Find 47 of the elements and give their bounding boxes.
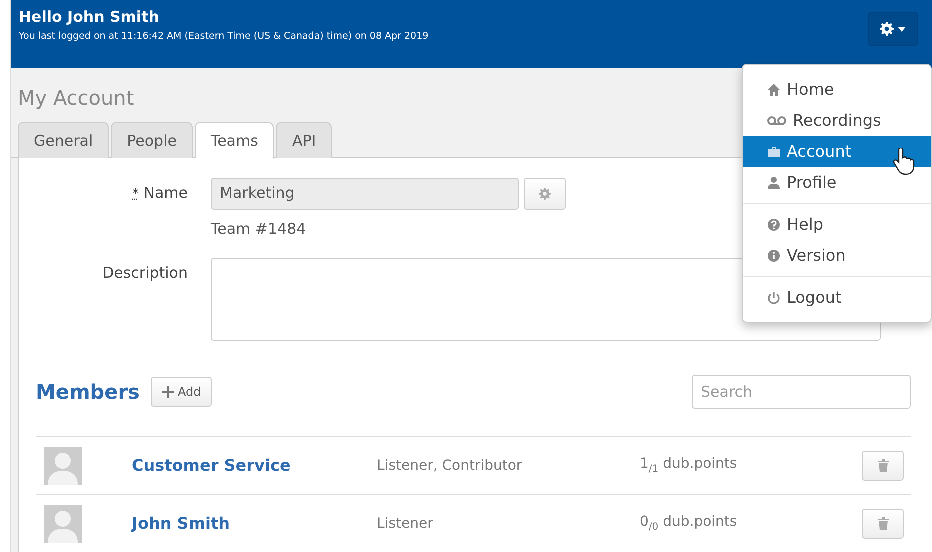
- delete-button[interactable]: [862, 508, 904, 538]
- briefcase-icon: [767, 144, 781, 158]
- caret-icon: [898, 26, 906, 32]
- tab[interactable]: People: [111, 122, 193, 158]
- last-login-text: You last logged on at 11:16:42 AM (Eastern Time (US & Canada) time) on 08 Apr 2019: [19, 31, 429, 42]
- settings-menu-button[interactable]: [868, 12, 918, 46]
- name-label: * Name: [131, 183, 189, 202]
- trash-icon: [878, 517, 888, 530]
- plus-icon: [162, 386, 174, 398]
- hand-cursor-icon: [893, 148, 915, 176]
- greeting-text: Hello John Smith: [19, 8, 160, 26]
- team-id-text: Team #1484: [211, 220, 308, 238]
- settings-icon: [880, 22, 894, 36]
- search-field[interactable]: Search: [692, 375, 911, 409]
- delete-button[interactable]: [862, 450, 904, 480]
- menu-item[interactable]: Account: [743, 136, 931, 167]
- settings-button[interactable]: [524, 178, 566, 210]
- trash-icon: [878, 459, 888, 472]
- page-title: My Account: [18, 86, 134, 110]
- description-label: Description: [102, 263, 189, 282]
- home-icon: [767, 82, 781, 96]
- settings-icon: [539, 188, 551, 200]
- menu-item[interactable]: Help: [743, 209, 931, 240]
- members-heading: Members: [36, 380, 140, 404]
- avatar-icon: [44, 446, 82, 484]
- voicemail-icon: [767, 114, 787, 128]
- member-name-link[interactable]: Customer Service: [132, 456, 377, 475]
- menu-item[interactable]: Recordings: [743, 105, 931, 136]
- menu-item[interactable]: Version: [743, 240, 931, 271]
- info-icon: [767, 248, 781, 262]
- avatar-icon: [44, 504, 82, 542]
- help-icon: [767, 218, 781, 232]
- member-name-link[interactable]: John Smith: [132, 514, 377, 533]
- name-field[interactable]: Marketing: [211, 178, 519, 210]
- add-button[interactable]: Add: [150, 377, 212, 407]
- menu-item[interactable]: Logout: [743, 282, 931, 313]
- tab[interactable]: General: [18, 122, 110, 158]
- menu-item[interactable]: Profile: [743, 167, 931, 198]
- member-roles: Listener, Contributor: [377, 458, 524, 474]
- tab[interactable]: API: [276, 122, 332, 158]
- member-points: 1$_{/1}$ dub.points: [640, 456, 738, 475]
- power-icon: [767, 290, 781, 304]
- tab[interactable]: Teams: [194, 122, 274, 159]
- member-roles: Listener: [377, 516, 434, 532]
- user-icon: [767, 176, 781, 190]
- menu-item[interactable]: Home: [743, 74, 931, 105]
- member-points: 0$_{/0}$ dub.points: [640, 514, 738, 533]
